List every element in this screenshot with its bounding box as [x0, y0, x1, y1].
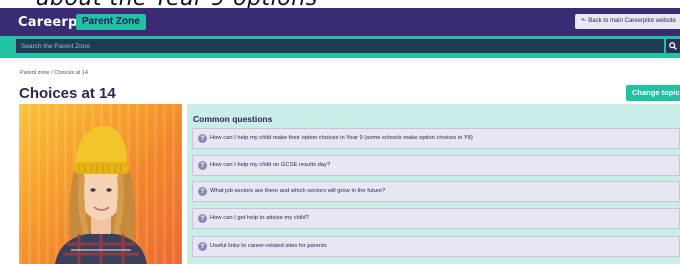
question-label: What job sectors are there and which sec… — [210, 188, 386, 194]
hero-photo — [19, 104, 182, 264]
common-questions-heading: Common questions — [193, 114, 273, 124]
question-mark-icon: ? — [198, 214, 207, 223]
top-navbar: Careerpilot Parent Zone ⬑ Back to main Ca… — [0, 8, 680, 36]
breadcrumb-parent-zone[interactable]: Parent zone — [20, 70, 50, 76]
breadcrumb: Parent zone / Choices at 14 — [20, 70, 88, 76]
question-item[interactable]: ? Useful links to career-related sites f… — [192, 236, 680, 257]
page-title: Choices at 14 — [19, 85, 116, 102]
search-input[interactable]: Search the Parent Zone — [16, 39, 664, 53]
question-mark-icon: ? — [198, 134, 207, 143]
question-label: Useful links to career-related sites for… — [210, 243, 327, 249]
back-link-label: Back to main Careerpilot website — [588, 18, 676, 24]
caption-text: about the Year 9 options — [36, 0, 318, 8]
question-mark-icon: ? — [198, 242, 207, 251]
question-label: How can I help my child on GCSE results … — [210, 162, 331, 168]
search-button[interactable] — [666, 39, 680, 53]
question-label: How can I help my child make their optio… — [210, 135, 473, 141]
question-mark-icon: ? — [198, 161, 207, 170]
question-item[interactable]: ? How can I help my child on GCSE result… — [192, 155, 680, 176]
back-arrow-icon: ⬑ — [581, 18, 587, 24]
question-label: How can I get help to advise my child? — [210, 215, 309, 221]
change-topic-button[interactable]: Change topic - — [626, 85, 680, 101]
search-bar: Search the Parent Zone — [0, 36, 680, 58]
top-caption: about the Year 9 options — [0, 0, 680, 8]
parent-zone-badge[interactable]: Parent Zone — [76, 14, 146, 30]
question-mark-icon: ? — [198, 187, 207, 196]
girl-in-yellow-beanie-illustration — [55, 126, 147, 264]
search-icon — [669, 42, 677, 50]
question-item[interactable]: ? How can I get help to advise my child? — [192, 208, 680, 229]
back-to-main-site-button[interactable]: ⬑ Back to main Careerpilot website — [575, 14, 680, 29]
breadcrumb-current: Choices at 14 — [54, 70, 88, 76]
question-item[interactable]: ? What job sectors are there and which s… — [192, 181, 680, 202]
breadcrumb-separator: / — [51, 70, 53, 76]
question-item[interactable]: ? How can I help my child make their opt… — [192, 128, 680, 149]
